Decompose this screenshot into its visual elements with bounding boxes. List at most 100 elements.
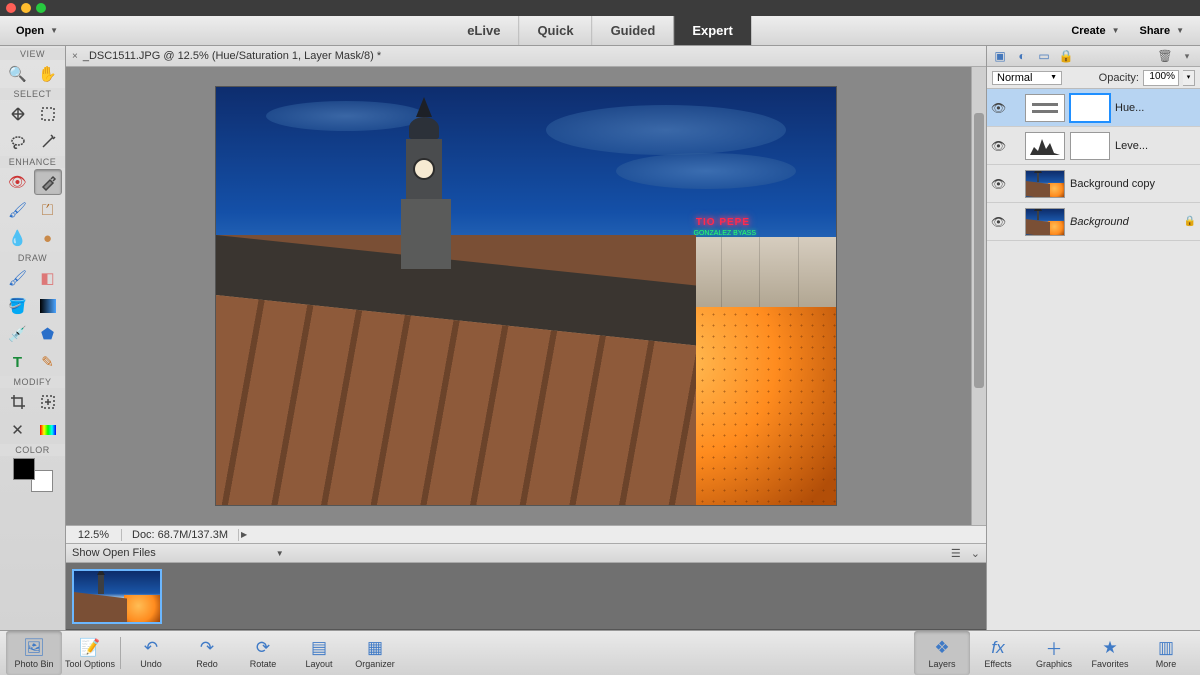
status-menu-icon[interactable]: ▶ bbox=[241, 530, 247, 539]
layer-levels[interactable]: 👁 Leve... bbox=[987, 127, 1200, 165]
bin-collapse-icon[interactable]: ⌄ bbox=[971, 547, 980, 560]
doc-size[interactable]: Doc: 68.7M/137.3M bbox=[122, 529, 239, 541]
eraser-tool[interactable]: ◧ bbox=[34, 265, 62, 291]
taskbar-label: Undo bbox=[140, 659, 162, 669]
bin-filter-dropdown[interactable]: Show Open Files ▼ bbox=[72, 547, 284, 559]
opacity-stepper-icon[interactable]: ▾ bbox=[1183, 70, 1195, 86]
adjustment-thumbnail[interactable] bbox=[1025, 132, 1065, 160]
brush-tool[interactable]: 🖌 bbox=[4, 197, 32, 223]
taskbar-favorites[interactable]: ★ Favorites bbox=[1082, 631, 1138, 675]
bin-list-icon[interactable]: ☰ bbox=[951, 547, 961, 560]
pencil-tool[interactable]: ✎ bbox=[34, 349, 62, 375]
panel-menu-icon[interactable]: ▾ bbox=[1179, 48, 1195, 64]
delete-layer-icon[interactable]: 🗑 bbox=[1157, 48, 1173, 64]
lasso-tool[interactable] bbox=[4, 129, 32, 155]
redeye-tool[interactable]: 👁 bbox=[4, 169, 32, 195]
blend-mode-select[interactable]: Normal ▼ bbox=[992, 71, 1062, 85]
magnifier-icon: 🔍 bbox=[8, 65, 27, 83]
add-mask-icon[interactable]: ▭ bbox=[1036, 48, 1052, 64]
foreground-swatch[interactable] bbox=[13, 458, 35, 480]
smart-brush-tool[interactable] bbox=[34, 169, 62, 195]
layer-thumbnail[interactable] bbox=[1025, 170, 1065, 198]
workspace-mode-tabs: eLive Quick Guided Expert bbox=[449, 16, 751, 45]
visibility-toggle-icon[interactable]: 👁 bbox=[991, 215, 1005, 229]
layer-thumbnail[interactable] bbox=[1025, 208, 1065, 236]
taskbar-rotate[interactable]: ⟳ Rotate bbox=[235, 631, 291, 675]
window-minimize-button[interactable] bbox=[21, 3, 31, 13]
taskbar-photo-bin[interactable]: 🖼 Photo Bin bbox=[6, 631, 62, 675]
taskbar-layout[interactable]: ▤ Layout bbox=[291, 631, 347, 675]
layer-name[interactable]: Background bbox=[1070, 216, 1177, 228]
marquee-tool[interactable] bbox=[34, 101, 62, 127]
mode-guided[interactable]: Guided bbox=[592, 16, 674, 45]
taskbar-effects[interactable]: fx Effects bbox=[970, 631, 1026, 675]
document-tab[interactable]: × _DSC1511.JPG @ 12.5% (Hue/Saturation 1… bbox=[72, 50, 381, 62]
crop-tool[interactable] bbox=[4, 389, 32, 415]
lock-layer-icon[interactable]: 🔒 bbox=[1058, 48, 1074, 64]
shape-icon: ⬟ bbox=[41, 325, 54, 343]
new-layer-icon[interactable]: ▣ bbox=[992, 48, 1008, 64]
visibility-toggle-icon[interactable]: 👁 bbox=[991, 101, 1005, 115]
window-zoom-button[interactable] bbox=[36, 3, 46, 13]
wand-icon bbox=[39, 133, 57, 151]
spectrum-icon bbox=[40, 425, 56, 435]
layer-hue-saturation[interactable]: 👁 Hue... bbox=[987, 89, 1200, 127]
redo-icon: ↷ bbox=[200, 638, 214, 658]
clone-stamp-tool[interactable]: ⏍ bbox=[34, 197, 62, 223]
layer-background-copy[interactable]: 👁 Background copy bbox=[987, 165, 1200, 203]
vertical-scrollbar[interactable] bbox=[971, 67, 986, 525]
new-adjustment-icon[interactable]: ◐ bbox=[1014, 48, 1030, 64]
share-menu[interactable]: Share ▼ bbox=[1132, 23, 1193, 39]
taskbar-redo[interactable]: ↷ Redo bbox=[179, 631, 235, 675]
taskbar-graphics[interactable]: ＋ Graphics bbox=[1026, 631, 1082, 675]
text-tool[interactable]: T bbox=[4, 349, 32, 375]
toolbox-section-enhance: ENHANCE bbox=[0, 156, 65, 168]
shape-tool[interactable]: ⬟ bbox=[34, 321, 62, 347]
paint-brush-tool[interactable]: 🖌 bbox=[4, 265, 32, 291]
paintbrush-icon: 🖌 bbox=[8, 269, 27, 287]
gradient-tool[interactable] bbox=[34, 293, 62, 319]
layer-name[interactable]: Leve... bbox=[1115, 140, 1196, 152]
blur-tool[interactable]: 💧 bbox=[4, 225, 32, 251]
visibility-toggle-icon[interactable]: 👁 bbox=[991, 139, 1005, 153]
quick-select-tool[interactable] bbox=[34, 129, 62, 155]
taskbar-layers[interactable]: ❖ Layers bbox=[914, 631, 970, 675]
layer-mask-thumbnail[interactable] bbox=[1070, 132, 1110, 160]
bin-thumbnail[interactable] bbox=[72, 569, 162, 624]
zoom-level[interactable]: 12.5% bbox=[66, 529, 122, 541]
layer-background[interactable]: 👁 Background 🔒 bbox=[987, 203, 1200, 241]
scrollbar-thumb[interactable] bbox=[974, 113, 984, 388]
taskbar-organizer[interactable]: ▦ Organizer bbox=[347, 631, 403, 675]
content-aware-tool[interactable] bbox=[34, 417, 62, 443]
zoom-tool[interactable]: 🔍 bbox=[4, 61, 32, 87]
hand-tool[interactable]: ✋ bbox=[34, 61, 62, 87]
canvas-area[interactable]: TIO PEPE GONZALEZ BYASS bbox=[66, 67, 986, 525]
document-canvas[interactable]: TIO PEPE GONZALEZ BYASS bbox=[216, 87, 836, 505]
color-swatches[interactable] bbox=[13, 458, 53, 492]
document-tabstrip: × _DSC1511.JPG @ 12.5% (Hue/Saturation 1… bbox=[66, 46, 986, 67]
mode-elive[interactable]: eLive bbox=[449, 16, 518, 45]
layer-name[interactable]: Background copy bbox=[1070, 178, 1196, 190]
recompose-tool[interactable] bbox=[34, 389, 62, 415]
window-close-button[interactable] bbox=[6, 3, 16, 13]
layer-name[interactable]: Hue... bbox=[1115, 102, 1196, 114]
create-menu[interactable]: Create ▼ bbox=[1063, 23, 1127, 39]
straighten-tool[interactable]: ✕ bbox=[4, 417, 32, 443]
taskbar-undo[interactable]: ↶ Undo bbox=[123, 631, 179, 675]
opacity-value[interactable]: 100% bbox=[1143, 70, 1179, 86]
open-menu[interactable]: Open ▼ bbox=[8, 23, 66, 39]
visibility-toggle-icon[interactable]: 👁 bbox=[991, 177, 1005, 191]
mode-expert[interactable]: Expert bbox=[673, 16, 750, 45]
fill-tool[interactable]: 🪣 bbox=[4, 293, 32, 319]
close-tab-icon[interactable]: × bbox=[72, 51, 78, 62]
adjustment-thumbnail[interactable] bbox=[1025, 94, 1065, 122]
eyedropper-tool[interactable]: 💉 bbox=[4, 321, 32, 347]
taskbar-more[interactable]: ▥ More bbox=[1138, 631, 1194, 675]
layer-mask-thumbnail[interactable] bbox=[1070, 94, 1110, 122]
move-tool[interactable] bbox=[4, 101, 32, 127]
sponge-icon: ● bbox=[43, 230, 52, 247]
taskbar: 🖼 Photo Bin 📝 Tool Options ↶ Undo ↷ Redo… bbox=[0, 630, 1200, 675]
taskbar-tool-options[interactable]: 📝 Tool Options bbox=[62, 631, 118, 675]
sponge-tool[interactable]: ● bbox=[34, 225, 62, 251]
mode-quick[interactable]: Quick bbox=[518, 16, 591, 45]
